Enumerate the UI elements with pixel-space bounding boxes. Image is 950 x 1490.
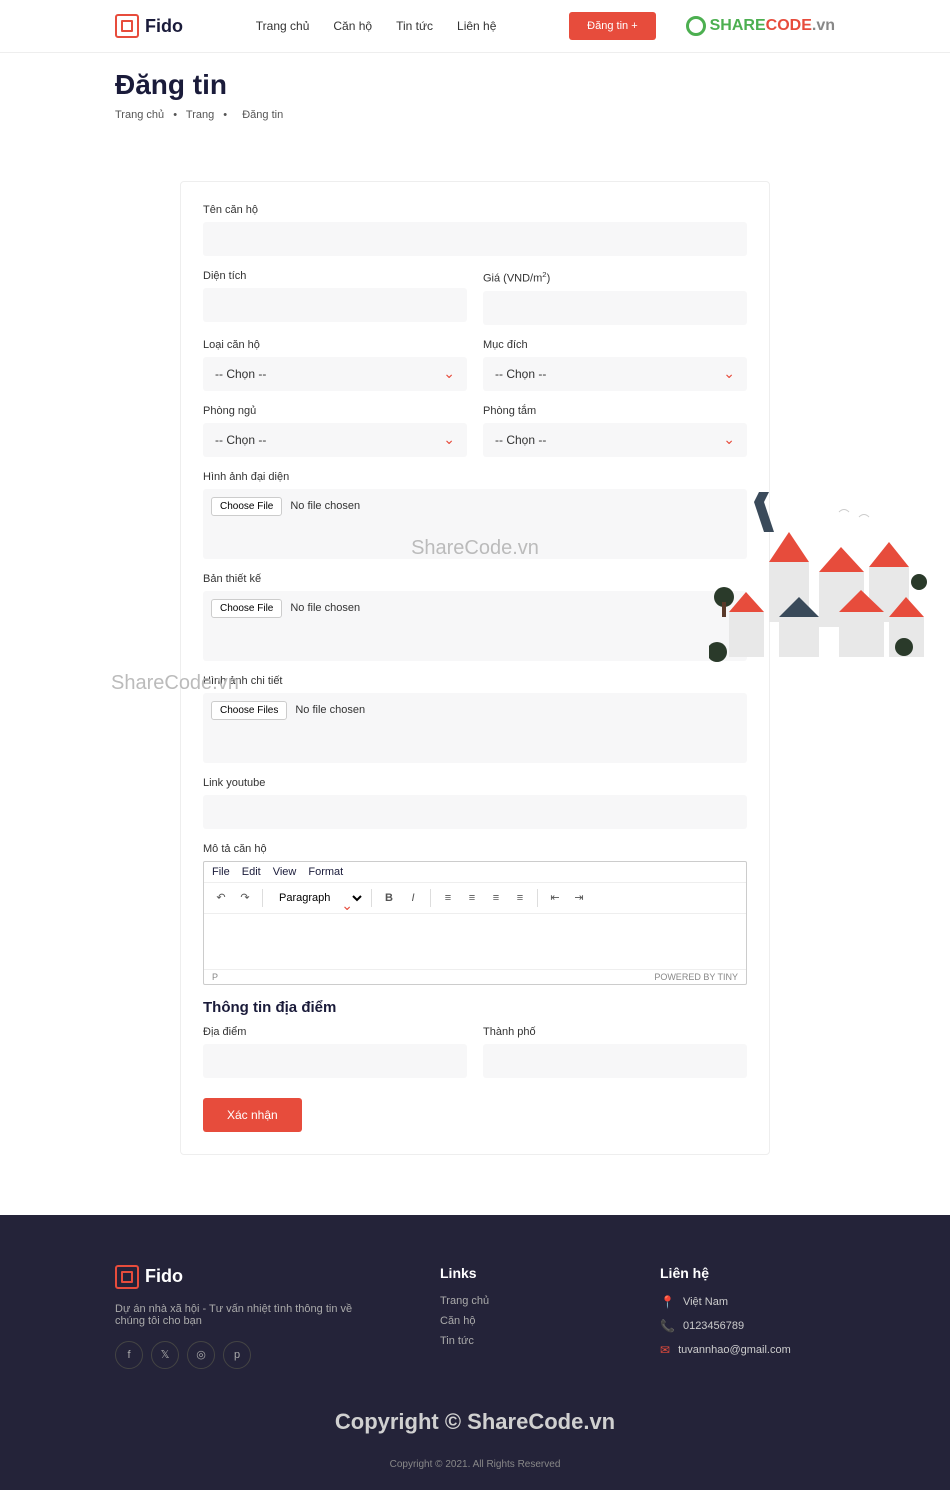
avatar-box: Choose File No file chosen: [203, 489, 747, 559]
footer-logo[interactable]: Fido: [115, 1265, 360, 1289]
nav-news[interactable]: Tin tức: [396, 19, 433, 33]
house-icon: [115, 1265, 139, 1289]
design-label: Bản thiết kế: [203, 573, 747, 585]
editor-body[interactable]: [204, 914, 746, 969]
header: Fido Trang chủ Căn hộ Tin tức Liên hệ Đă…: [0, 0, 950, 53]
bathroom-label: Phòng tắm: [483, 405, 747, 417]
links-title: Links: [440, 1265, 580, 1281]
submit-button[interactable]: Xác nhận: [203, 1098, 302, 1132]
editor-menubar: File Edit View Format: [204, 862, 746, 883]
youtube-label: Link youtube: [203, 777, 747, 789]
logo-text: Fido: [145, 16, 183, 37]
address-label: Địa điểm: [203, 1026, 467, 1038]
facebook-icon[interactable]: f: [115, 1341, 143, 1369]
menu-file[interactable]: File: [212, 866, 230, 878]
outdent-icon[interactable]: ⇤: [544, 887, 566, 909]
indent-icon[interactable]: ⇥: [568, 887, 590, 909]
align-center-icon[interactable]: ≡: [461, 887, 483, 909]
desc-label: Mô tả căn hộ: [203, 843, 747, 855]
crumb-home[interactable]: Trang chủ: [115, 109, 164, 121]
breadcrumb: Trang chủ • Trang • Đăng tin: [115, 109, 835, 121]
social-links: f 𝕏 ◎ p: [115, 1341, 360, 1369]
post-button[interactable]: Đăng tin +: [569, 12, 655, 40]
menu-format[interactable]: Format: [308, 866, 343, 878]
contact-email: tuvannhao@gmail.com: [678, 1344, 791, 1356]
detail-label: Hình ảnh chi tiết: [203, 675, 747, 687]
footer-tagline: Dự án nhà xã hội - Tư vấn nhiệt tình thô…: [115, 1303, 360, 1327]
footer-link-news[interactable]: Tin tức: [440, 1335, 580, 1347]
undo-icon[interactable]: ↶: [210, 887, 232, 909]
design-file-status: No file chosen: [290, 602, 360, 614]
menu-view[interactable]: View: [273, 866, 297, 878]
bathroom-select[interactable]: -- Chọn --: [483, 423, 747, 457]
type-label: Loại căn hộ: [203, 339, 467, 351]
crumb-page[interactable]: Trang: [186, 109, 214, 121]
design-choose-button[interactable]: Choose File: [211, 599, 282, 618]
detail-box: Choose Files No file chosen: [203, 693, 747, 763]
post-form: ShareCode.vn ShareCode.vn Tên căn hộ Diệ…: [180, 181, 770, 1155]
name-label: Tên căn hộ: [203, 204, 747, 216]
align-justify-icon[interactable]: ≡: [509, 887, 531, 909]
bold-icon[interactable]: B: [378, 887, 400, 909]
contact-title: Liên hệ: [660, 1265, 835, 1281]
editor-toolbar: ↶ ↷ Paragraph B I ≡ ≡ ≡ ≡ ⇤ ⇥: [204, 883, 746, 914]
editor-path: P: [212, 972, 218, 982]
nav-apartments[interactable]: Căn hộ: [333, 19, 372, 33]
area-label: Diện tích: [203, 270, 467, 282]
footer-link-apartments[interactable]: Căn hộ: [440, 1315, 580, 1327]
area-input[interactable]: [203, 288, 467, 322]
menu-edit[interactable]: Edit: [242, 866, 261, 878]
purpose-select[interactable]: -- Chọn --: [483, 357, 747, 391]
detail-choose-button[interactable]: Choose Files: [211, 701, 287, 720]
avatar-file-status: No file chosen: [290, 500, 360, 512]
address-input[interactable]: [203, 1044, 467, 1078]
instagram-icon[interactable]: ◎: [187, 1341, 215, 1369]
location-section-title: Thông tin địa điểm: [203, 999, 747, 1016]
crumb-current: Đăng tin: [242, 109, 283, 121]
contact-address: Việt Nam: [683, 1296, 728, 1308]
phone-icon: 📞: [660, 1319, 675, 1333]
bedroom-label: Phòng ngủ: [203, 405, 467, 417]
sharecode-logo: SHARECODE.vn: [686, 16, 835, 36]
italic-icon[interactable]: I: [402, 887, 424, 909]
nav-contact[interactable]: Liên hệ: [457, 19, 496, 33]
name-input[interactable]: [203, 222, 747, 256]
breadcrumb-area: Đăng tin Trang chủ • Trang • Đăng tin: [0, 53, 950, 151]
youtube-input[interactable]: [203, 795, 747, 829]
purpose-label: Mục đích: [483, 339, 747, 351]
city-label: Thành phố: [483, 1026, 747, 1038]
sharecode-icon: [686, 16, 706, 36]
avatar-choose-button[interactable]: Choose File: [211, 497, 282, 516]
price-label: Giá (VND/m2): [483, 270, 747, 285]
contact-phone: 0123456789: [683, 1320, 744, 1332]
nav-home[interactable]: Trang chủ: [256, 19, 310, 33]
footer: Fido Dự án nhà xã hội - Tư vấn nhiệt tìn…: [0, 1215, 950, 1490]
price-input[interactable]: [483, 291, 747, 325]
align-right-icon[interactable]: ≡: [485, 887, 507, 909]
pinterest-icon[interactable]: p: [223, 1341, 251, 1369]
align-left-icon[interactable]: ≡: [437, 887, 459, 909]
bedroom-select[interactable]: -- Chọn --: [203, 423, 467, 457]
avatar-label: Hình ảnh đại diện: [203, 471, 747, 483]
city-input[interactable]: [483, 1044, 747, 1078]
mail-icon: ✉: [660, 1343, 670, 1357]
redo-icon[interactable]: ↷: [234, 887, 256, 909]
rich-editor: File Edit View Format ↶ ↷ Paragraph B I …: [203, 861, 747, 985]
page-title: Đăng tin: [115, 69, 835, 101]
twitter-icon[interactable]: 𝕏: [151, 1341, 179, 1369]
editor-brand: POWERED BY TINY: [654, 972, 738, 982]
detail-file-status: No file chosen: [295, 704, 365, 716]
design-box: Choose File No file chosen: [203, 591, 747, 661]
paragraph-select[interactable]: Paragraph: [269, 889, 365, 907]
pin-icon: 📍: [660, 1295, 675, 1309]
type-select[interactable]: -- Chọn --: [203, 357, 467, 391]
logo[interactable]: Fido: [115, 14, 183, 38]
footer-copyright: Copyright © 2021. All Rights Reserved: [115, 1447, 835, 1470]
main-nav: Trang chủ Căn hộ Tin tức Liên hệ: [256, 19, 497, 33]
house-icon: [115, 14, 139, 38]
copyright-watermark: Copyright © ShareCode.vn: [115, 1409, 835, 1435]
footer-link-home[interactable]: Trang chủ: [440, 1295, 580, 1307]
